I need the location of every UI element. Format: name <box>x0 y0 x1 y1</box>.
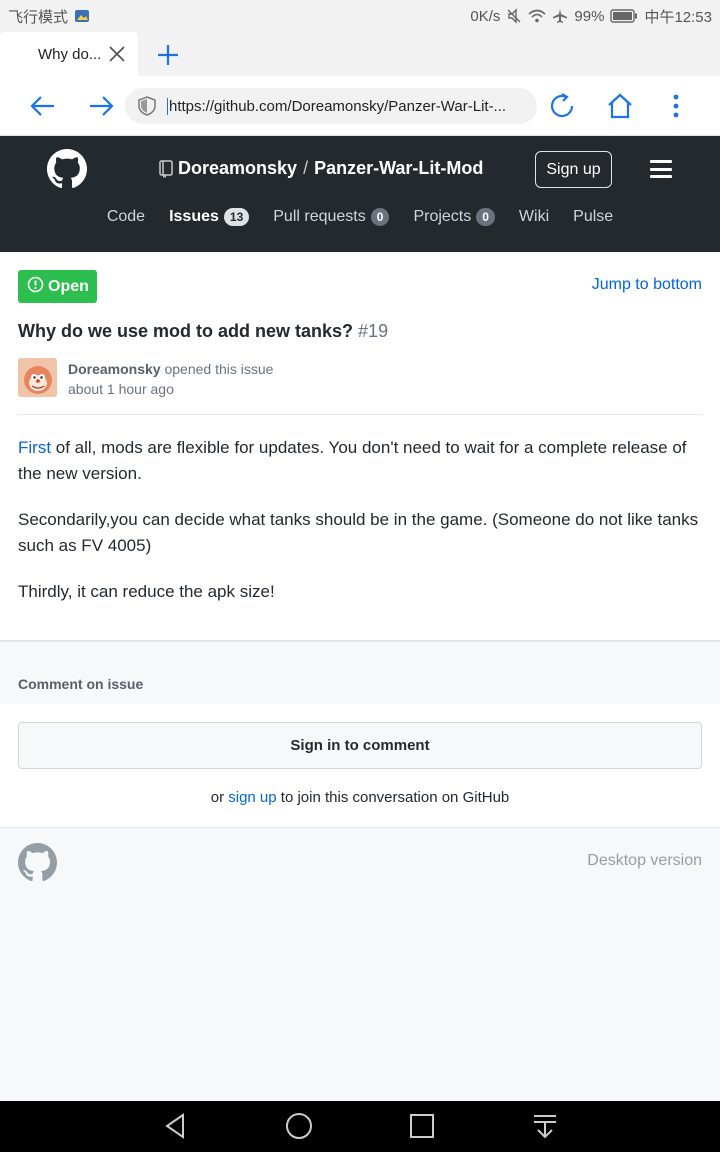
first-link[interactable]: First <box>18 438 51 457</box>
tab-wiki[interactable]: Wiki <box>507 208 561 226</box>
issue-title: Why do we use mod to add new tanks? #19 <box>18 321 388 342</box>
more-options-icon[interactable] <box>662 92 690 120</box>
system-back-icon[interactable] <box>161 1111 191 1141</box>
system-recents-icon[interactable] <box>407 1111 437 1141</box>
or-text: or <box>210 789 225 806</box>
back-arrow-icon[interactable] <box>29 92 57 120</box>
issue-state-label: Open <box>48 277 89 295</box>
tab-title: Why do... <box>38 45 102 63</box>
signup-button[interactable]: Sign up <box>535 151 612 188</box>
issue-state-badge: Open <box>18 270 97 303</box>
tab-code-label: Code <box>106 208 146 225</box>
tab-pulse[interactable]: Pulse <box>561 208 625 226</box>
sign-up-link[interactable]: sign up <box>228 789 276 806</box>
url-field[interactable]: https://github.com/Doreamonsky/Panzer-Wa… <box>125 88 537 124</box>
battery-percent: 99% <box>574 7 605 25</box>
issues-counter: 13 <box>223 208 250 226</box>
url-text: https://github.com/Doreamonsky/Panzer-Wa… <box>167 97 522 115</box>
repo-icon <box>158 159 174 178</box>
reload-icon[interactable] <box>548 92 576 120</box>
issue-body: First of all, mods are flexible for upda… <box>18 435 702 625</box>
tab-wiki-label: Wiki <box>518 208 550 225</box>
gallery-notification-icon <box>74 9 90 23</box>
forward-arrow-icon[interactable] <box>87 92 115 120</box>
tab-pulse-label: Pulse <box>573 208 614 225</box>
airplane-mode-label: 飞行模式 <box>8 8 69 26</box>
jump-to-bottom-link[interactable]: Jump to bottom <box>592 276 702 294</box>
sign-in-to-comment-button[interactable]: Sign in to comment <box>18 722 702 769</box>
tab-projects[interactable]: Projects 0 <box>401 208 506 226</box>
clock: 中午12:53 <box>644 8 712 26</box>
paragraph-1-text: of all, mods are flexible for updates. Y… <box>18 438 687 483</box>
issue-timestamp: about 1 hour ago <box>68 381 174 397</box>
issue-opened-icon <box>27 276 44 298</box>
issue-title-text: Why do we use mod to add new tanks? <box>18 321 354 341</box>
home-icon[interactable] <box>606 92 634 120</box>
issue-paragraph: First of all, mods are flexible for upda… <box>18 435 702 487</box>
close-tab-icon[interactable] <box>108 45 126 63</box>
tab-issues-label: Issues <box>169 208 219 225</box>
comment-heading: Comment on issue <box>18 676 144 692</box>
system-home-icon[interactable] <box>284 1111 314 1141</box>
airplane-icon <box>552 8 568 24</box>
repo-nav: Code Issues 13 Pull requests 0 Projects 0 W… <box>0 208 720 226</box>
system-nav-bar <box>0 1101 720 1152</box>
repo-breadcrumb: Doreamonsky / Panzer-War-Lit-Mod <box>158 158 483 179</box>
join-text: to join this conversation on GitHub <box>280 789 510 806</box>
divider <box>18 414 702 415</box>
repo-separator: / <box>303 158 309 178</box>
github-footer-logo-icon[interactable] <box>18 843 57 882</box>
issue-author-link[interactable]: Doreamonsky <box>68 361 161 377</box>
address-bar: https://github.com/Doreamonsky/Panzer-Wa… <box>0 76 720 136</box>
issue-meta: Doreamonsky opened this issue about 1 ho… <box>68 359 273 399</box>
issue-paragraph: Secondarily,you can decide what tanks sh… <box>18 510 699 555</box>
menu-hamburger-icon[interactable] <box>650 160 672 178</box>
tab-issues[interactable]: Issues 13 <box>157 208 261 226</box>
tab-projects-label: Projects <box>413 208 472 225</box>
desktop-version-link[interactable]: Desktop version <box>587 852 702 870</box>
new-tab-plus-icon[interactable] <box>155 42 181 68</box>
notification-pulldown-icon[interactable] <box>530 1111 560 1141</box>
status-bar: 飞行模式 0K/s 99% 中午12:53 <box>0 0 720 32</box>
projects-counter: 0 <box>476 208 495 226</box>
comment-area: Sign in to comment or sign up to join th… <box>0 704 720 828</box>
battery-icon <box>610 9 638 23</box>
github-logo-icon[interactable] <box>47 149 87 189</box>
issue-opened-text: opened this issue <box>164 361 274 377</box>
avatar[interactable] <box>18 358 57 397</box>
repo-name-link[interactable]: Panzer-War-Lit-Mod <box>314 158 483 179</box>
github-header: Doreamonsky / Panzer-War-Lit-Mod Sign up… <box>0 136 720 252</box>
issue-number: #19 <box>358 321 389 341</box>
signup-prompt: or sign up to join this conversation on … <box>0 789 720 806</box>
network-speed: 0K/s <box>470 7 501 25</box>
mute-icon <box>506 8 522 24</box>
browser-tab[interactable]: Why do... <box>0 32 138 76</box>
issue-content: Open Jump to bottom Why do we use mod to… <box>0 252 720 642</box>
issue-paragraph: Thirdly, it can reduce the apk size! <box>18 582 275 601</box>
repo-owner-link[interactable]: Doreamonsky <box>178 158 297 179</box>
wifi-icon <box>528 9 546 23</box>
pulls-counter: 0 <box>370 208 390 226</box>
security-shield-icon[interactable] <box>137 96 157 116</box>
browser-tab-strip: Why do... <box>0 32 720 76</box>
tab-pull-requests[interactable]: Pull requests 0 <box>261 208 401 226</box>
tab-code[interactable]: Code <box>95 208 157 226</box>
tab-pulls-label: Pull requests <box>273 208 366 225</box>
